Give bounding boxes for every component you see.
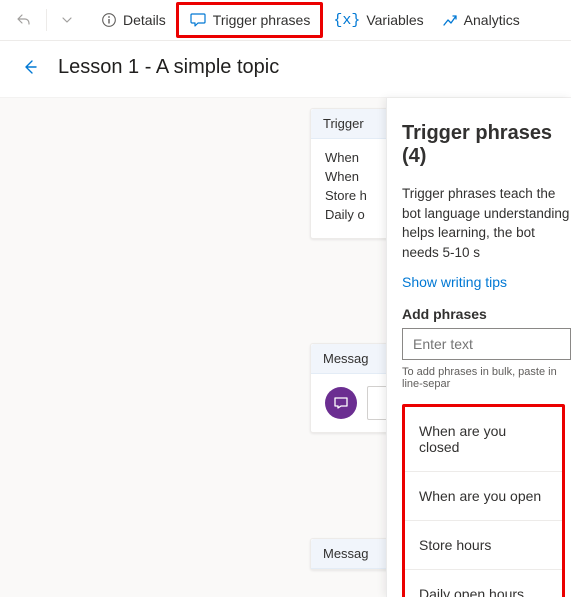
info-icon xyxy=(101,12,117,28)
toolbar-separator xyxy=(46,9,47,31)
chat-icon xyxy=(189,11,207,29)
phrase-item[interactable]: When are you closed xyxy=(405,407,562,472)
message-icon xyxy=(325,387,357,419)
phrase-item[interactable]: Store hours xyxy=(405,521,562,570)
undo-button[interactable] xyxy=(8,4,40,36)
variables-button[interactable]: {x} Variables xyxy=(325,4,431,36)
arrow-left-icon xyxy=(21,58,39,76)
phrase-item[interactable]: When are you open xyxy=(405,472,562,521)
trigger-phrases-highlight: Trigger phrases xyxy=(176,2,324,38)
dropdown-button[interactable] xyxy=(53,4,81,36)
add-phrase-input[interactable] xyxy=(402,328,571,360)
canvas-area: Trigger When When Store h Daily o Messag… xyxy=(0,97,571,597)
panel-title: Trigger phrases (4) xyxy=(402,122,571,168)
chevron-down-icon xyxy=(61,14,73,26)
phrase-item[interactable]: Daily open hours xyxy=(405,570,562,597)
variables-label: Variables xyxy=(366,12,423,28)
panel-description: Trigger phrases teach the bot language u… xyxy=(402,184,571,262)
analytics-button[interactable]: Analytics xyxy=(434,4,528,36)
top-toolbar: Details Trigger phrases {x} Variables An… xyxy=(0,0,571,41)
page-title: Lesson 1 - A simple topic xyxy=(58,56,279,79)
trigger-phrases-label: Trigger phrases xyxy=(213,12,311,28)
trigger-phrases-button[interactable]: Trigger phrases xyxy=(181,4,319,36)
writing-tips-link[interactable]: Show writing tips xyxy=(402,274,507,290)
variables-icon: {x} xyxy=(333,12,360,29)
trigger-phrases-panel: Trigger phrases (4) Trigger phrases teac… xyxy=(386,98,571,597)
title-row: Lesson 1 - A simple topic xyxy=(0,41,571,97)
undo-icon xyxy=(16,12,32,28)
add-phrase-hint: To add phrases in bulk, paste in line-se… xyxy=(402,366,571,390)
back-button[interactable] xyxy=(18,55,42,79)
phrase-list-highlight: When are you closed When are you open St… xyxy=(402,404,565,597)
analytics-label: Analytics xyxy=(464,12,520,28)
add-phrases-label: Add phrases xyxy=(402,306,571,322)
details-button[interactable]: Details xyxy=(93,4,174,36)
details-label: Details xyxy=(123,12,166,28)
analytics-icon xyxy=(442,12,458,28)
